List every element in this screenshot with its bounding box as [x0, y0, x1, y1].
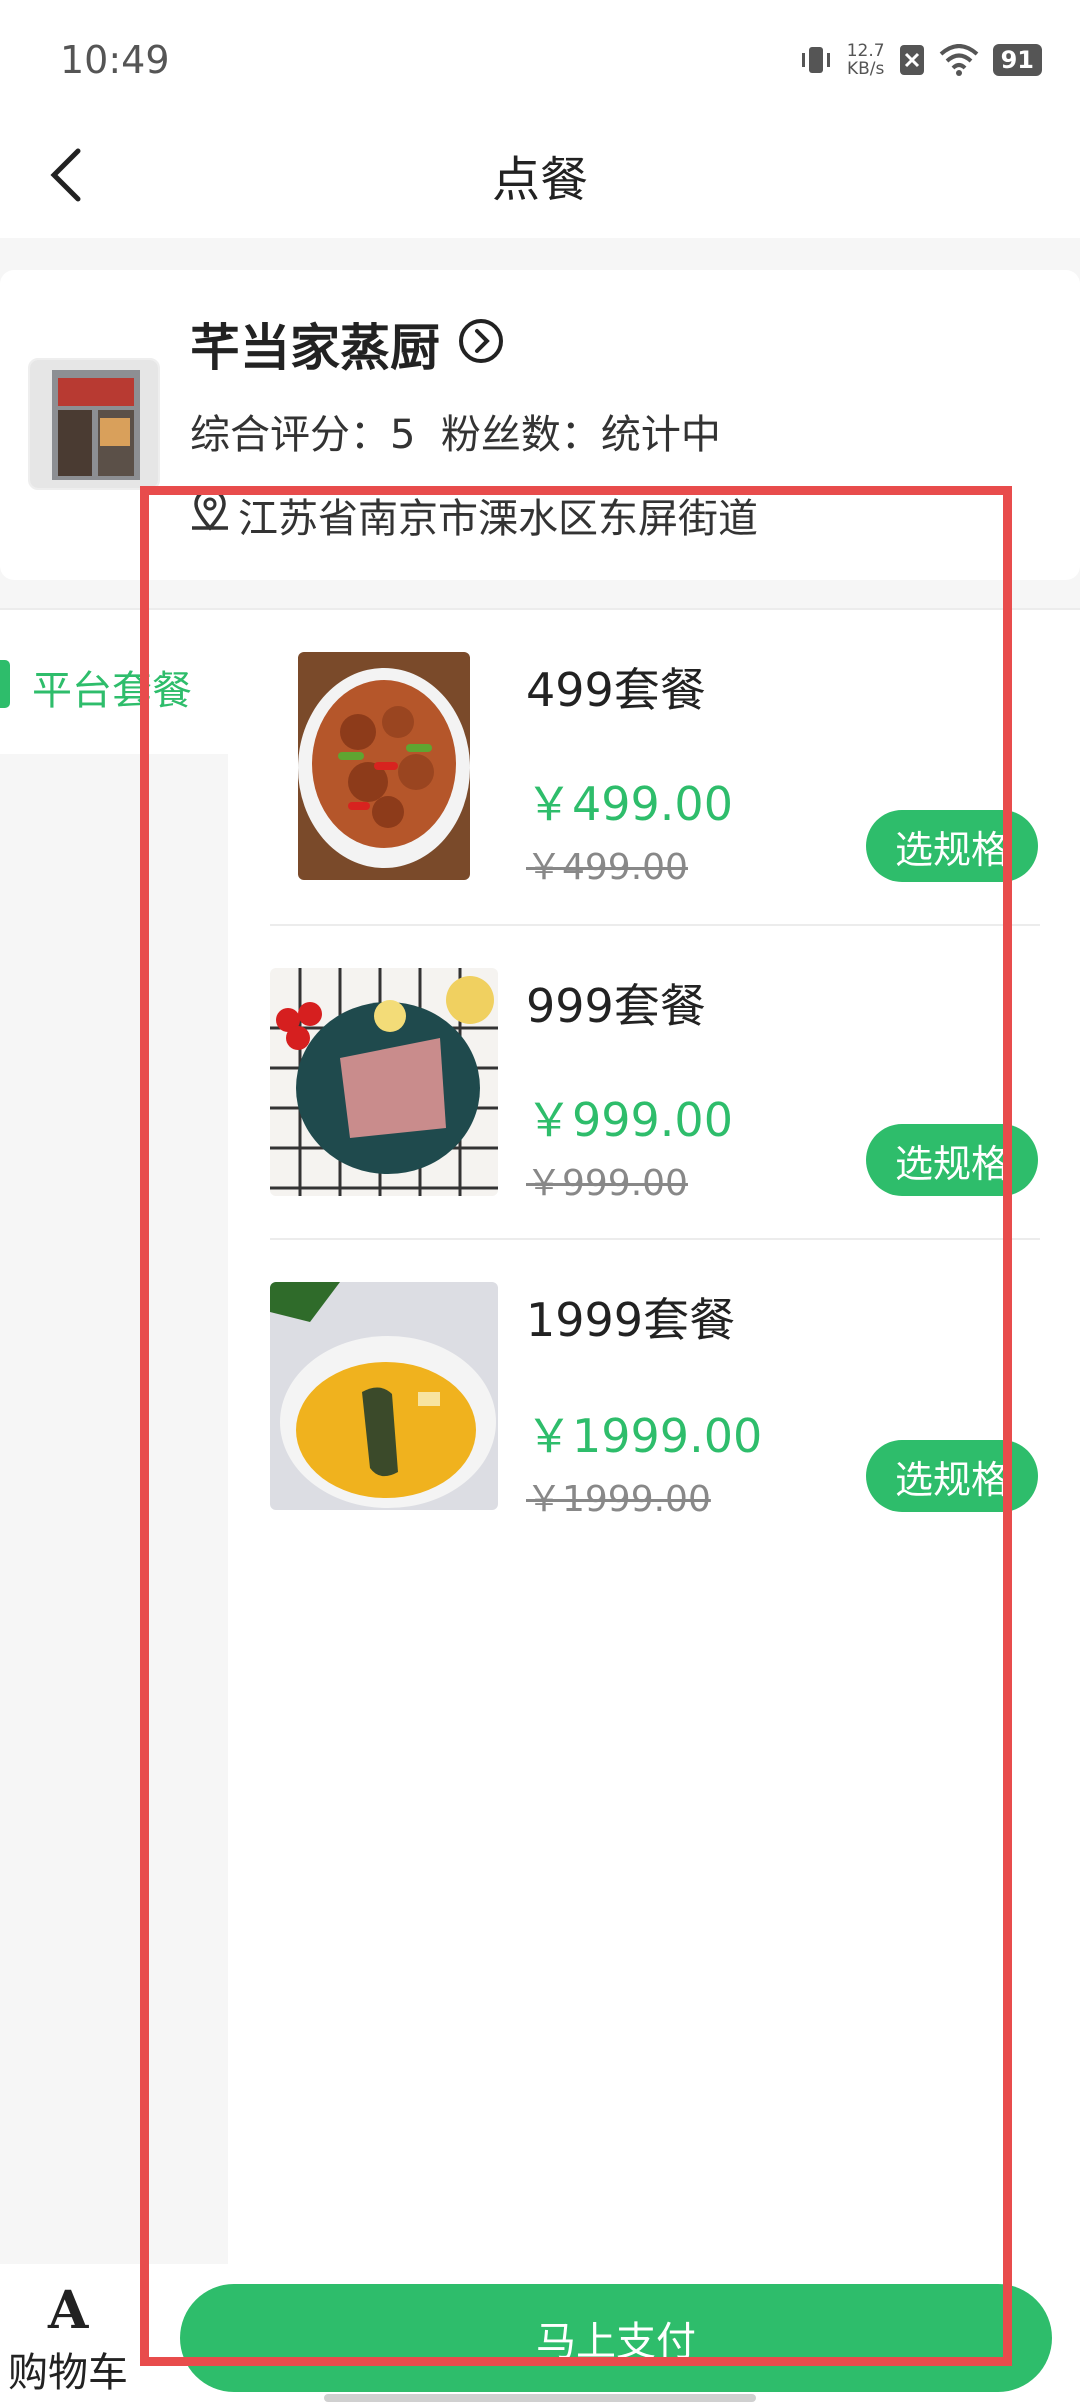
vibrate-icon: [801, 47, 830, 73]
status-time: 10:49: [60, 38, 170, 82]
cart-icon[interactable]: A: [48, 2280, 88, 2341]
shop-photo: [28, 358, 160, 490]
battery-icon: 91: [992, 44, 1042, 76]
shop-rating: 综合评分：5 粉丝数：统计中: [190, 412, 721, 458]
home-indicator[interactable]: [324, 2394, 756, 2402]
circle-chevron-right-icon[interactable]: [458, 318, 504, 364]
page-title: 点餐: [491, 152, 588, 208]
cart-label[interactable]: 购物车: [8, 2340, 128, 2398]
wifi-icon: [939, 44, 978, 76]
shop-name[interactable]: 芊当家蒸厨: [190, 308, 440, 380]
net-speed: 12.7 KB/s: [846, 41, 885, 79]
status-icons: 12.7 KB/s 91: [799, 42, 1042, 78]
no-sim-icon: [899, 45, 924, 75]
annotation-highlight-box: [140, 486, 1012, 2366]
active-indicator: [0, 660, 10, 708]
